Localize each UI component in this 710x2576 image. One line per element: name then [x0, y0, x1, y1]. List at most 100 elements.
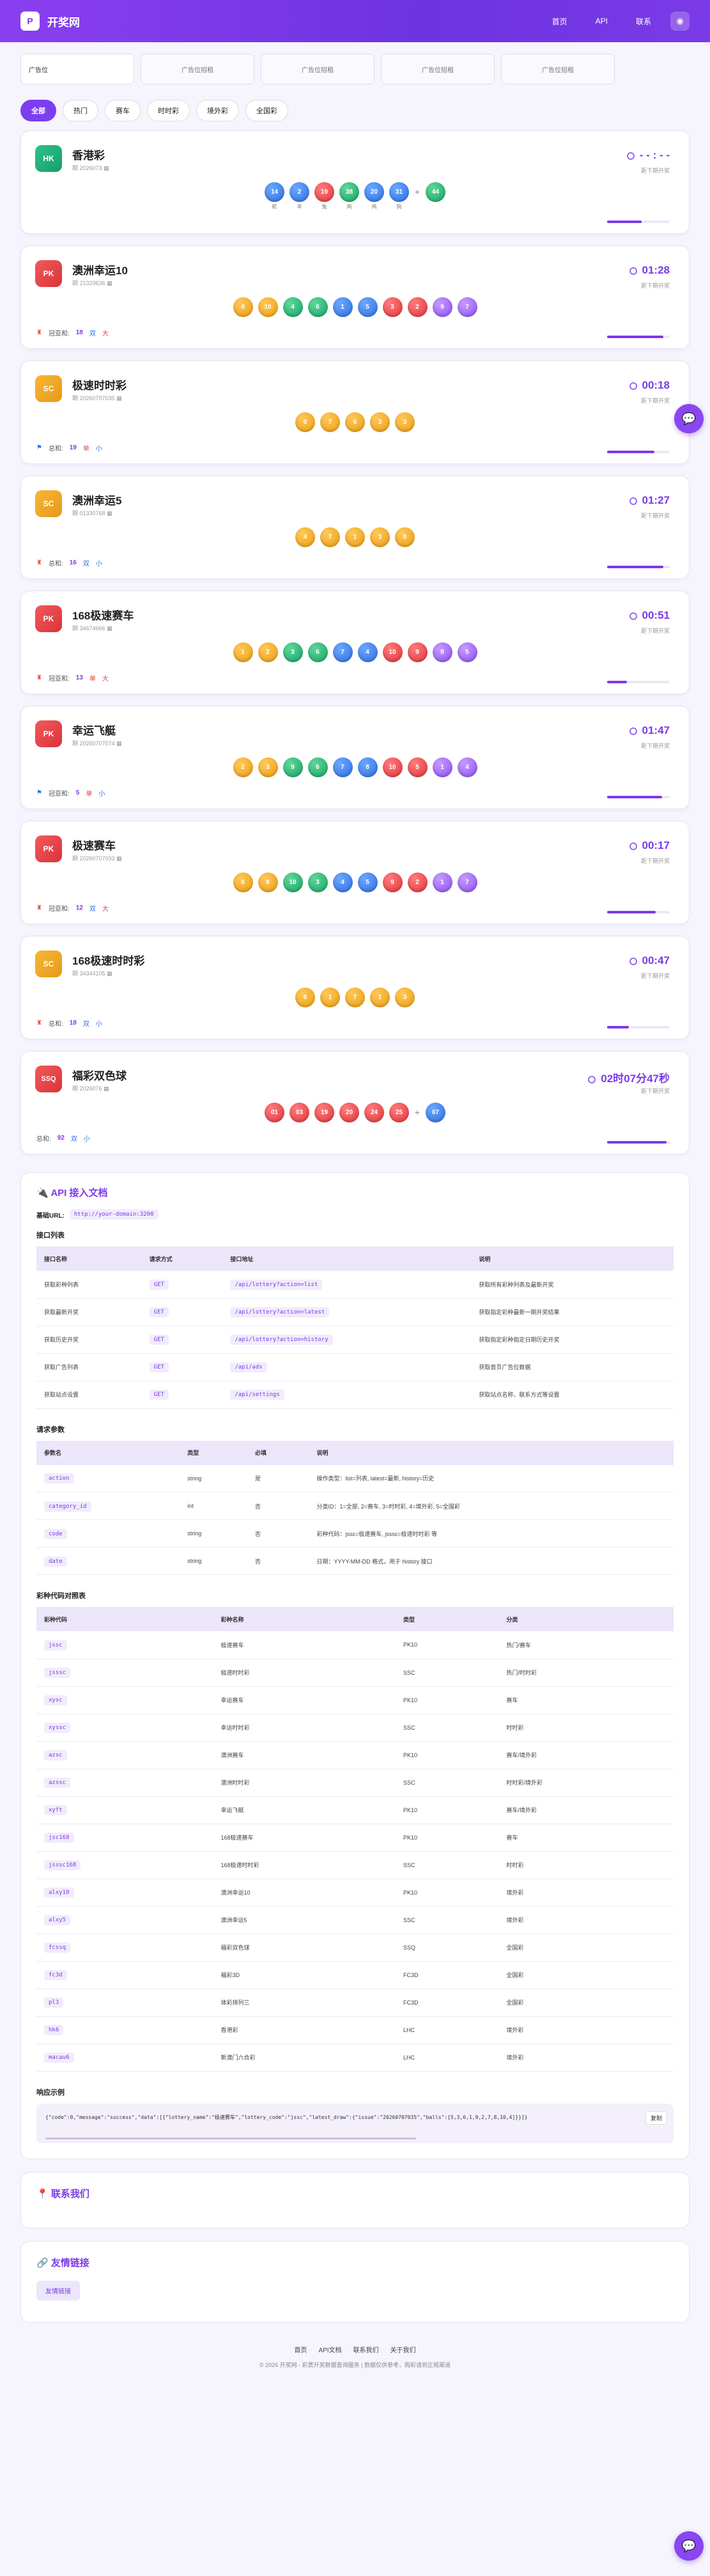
ad-slot[interactable]: 广告位 [20, 54, 134, 84]
lottery-name[interactable]: 168极速赛车 [72, 607, 134, 623]
sum-value: 5 [75, 789, 80, 796]
lottery-name[interactable]: 幸运飞艇 [72, 722, 116, 738]
code-chip: /api/lottery?action=list [230, 1279, 323, 1290]
nav-api[interactable]: API [596, 17, 608, 26]
tab-all[interactable]: 全部 [20, 100, 56, 121]
number-ball: 3 [395, 988, 415, 1007]
footer-link-contact[interactable]: 联系我们 [353, 2345, 379, 2354]
number-ball: 7 [332, 642, 353, 662]
site-logo[interactable]: P [20, 12, 40, 31]
lottery-card[interactable]: PK 极速赛车期 20260707033 ▦ 00:17 距下期开奖 6 8 10 3 4 5 9 2… [20, 821, 690, 924]
table-cell: 获取广告列表 [36, 1353, 142, 1381]
nav-home[interactable]: 首页 [552, 16, 567, 27]
lottery-name[interactable]: 澳洲幸运10 [72, 261, 128, 277]
lottery-badge: PK [35, 260, 62, 287]
lottery-card[interactable]: SC 澳洲幸运5 期 01330768 ▦ 01:27 距下期开奖 4 7 1 3 0 ♜ 总和: 16… [20, 476, 690, 579]
table-cell: 时时彩/境外彩 [498, 1769, 674, 1797]
ball-row: 6 8 10 3 4 5 9 2 1 7 [21, 873, 689, 892]
sum-value: 19 [69, 444, 77, 451]
response-example[interactable]: {"code":0,"message":"success","data":[{"… [36, 2103, 674, 2143]
number-ball: 5 [457, 642, 477, 662]
footer-link-api[interactable]: API文档 [318, 2345, 341, 2354]
section-title: 请求参数 [36, 1425, 65, 1434]
table-cell: SSC [395, 1659, 499, 1687]
ball-row: 61713 [21, 988, 689, 1007]
tab-ssc[interactable]: 时时彩 [147, 100, 190, 121]
countdown-label: 距下期开奖 [640, 858, 670, 864]
countdown-label: 距下期开奖 [640, 973, 670, 979]
lottery-name[interactable]: 香港彩 [72, 146, 105, 162]
user-icon[interactable]: ◉ [670, 12, 690, 31]
lottery-card[interactable]: PK 幸运飞艇期 20260707074 ▦ 01:47 距下期开奖 2 3 9 6 7 8 10 5… [20, 706, 690, 809]
lottery-card[interactable]: SSQ 福彩双色球期 2026076 ▦ 02时07分47秒 距下期开奖 01 03 19 2… [20, 1051, 690, 1154]
lottery-name[interactable]: 极速赛车 [72, 837, 116, 853]
ad-slot[interactable]: 广告位招租 [141, 54, 254, 84]
chat-icon[interactable]: 💬 [674, 2531, 704, 2561]
site-title[interactable]: 开奖网 [47, 13, 80, 29]
column-header: 类型 [180, 1440, 247, 1465]
footer-link-home[interactable]: 首页 [294, 2345, 307, 2354]
ball-row: 2 3 9 6 7 8 10 5 1 4 [21, 757, 689, 777]
lottery-name[interactable]: 极速时时彩 [72, 376, 127, 392]
number-ball: 7 [332, 757, 353, 777]
code-chip: /api/lottery?action=history [230, 1335, 333, 1345]
lottery-badge: SC [35, 490, 62, 517]
number-ball: 2 [289, 182, 309, 202]
lottery-card[interactable]: PK 168极速赛车期 34674666 ▦ 00:51 距下期开奖 1 2 3 6 7 4 10 9… [20, 591, 690, 694]
number-ball: 4 [357, 642, 378, 662]
number-ball: 25 [389, 1103, 409, 1122]
sum-label: 总和: [48, 561, 63, 568]
table-cell: 幸运赛车 [213, 1686, 396, 1714]
tab-racing[interactable]: 赛车 [105, 100, 141, 121]
table-cell: int [180, 1492, 247, 1520]
ad-slot[interactable]: 广告位招租 [381, 54, 495, 84]
lottery-card[interactable]: SC 极速时时彩期 20260707035 ▦ 00:18 距下期开奖 0 7 6 3 3 ⚑ 总和… [20, 361, 690, 464]
friend-link[interactable]: 友情链接 [36, 2280, 80, 2301]
ad-slot[interactable]: 广告位招租 [501, 54, 615, 84]
size-tag: 小 [95, 561, 102, 568]
tab-overseas[interactable]: 境外彩 [196, 100, 239, 121]
table-cell: 极速赛车 [213, 1631, 396, 1659]
lottery-name[interactable]: 澳洲幸运5 [72, 492, 121, 508]
countdown: 01:28 [629, 264, 670, 277]
result-summary: ♜ 冠亚和: 12 双大 [36, 903, 109, 913]
chart-icon: ⚑ [36, 444, 42, 451]
lottery-badge: PK [35, 835, 62, 862]
table-cell: GET [141, 1271, 223, 1299]
lottery-card[interactable]: SC 168极速时时彩期 34344105 ▦ 00:47 距下期开奖 6 1 7 1 3 ♜ 总和… [20, 936, 690, 1039]
lottery-card[interactable]: PK 澳洲幸运10 期 21329636 ▦ 01:28 距下期开奖 8 10 4 6 1 5 3 2 9… [20, 245, 690, 349]
footer-link-about[interactable]: 关于我们 [390, 2345, 416, 2354]
flag-icon: ♜ [36, 559, 42, 566]
tab-hot[interactable]: 热门 [63, 100, 98, 121]
code-chip: azssc [44, 1778, 71, 1788]
column-header: 请求方式 [141, 1246, 223, 1271]
tab-national[interactable]: 全国彩 [245, 100, 288, 121]
number-ball: 6 [307, 642, 328, 662]
table-cell: 赛车/境外彩 [498, 1796, 674, 1824]
chat-icon[interactable]: 💬 [674, 404, 704, 433]
lottery-name[interactable]: 福彩双色球 [72, 1067, 127, 1083]
sum-value: 18 [75, 329, 83, 336]
table-cell: /api/settings [222, 1381, 472, 1409]
table-cell: 澳洲时时彩 [213, 1769, 396, 1797]
result-summary: ⚑ 冠亚和: 5 单小 [36, 788, 105, 798]
table-cell: 时时彩 [498, 1714, 674, 1742]
footer: 首页 API文档 联系我们 关于我们 © 2026 开奖网 - 彩票开奖数据查询… [0, 2345, 710, 2369]
number-ball: 9 [382, 873, 403, 892]
progress-bar [607, 336, 670, 338]
nav-contact[interactable]: 联系 [636, 16, 651, 27]
table-cell: 获取彩种列表 [36, 1271, 142, 1299]
lottery-name[interactable]: 168极速时时彩 [72, 952, 144, 968]
countdown-label: 距下期开奖 [640, 1088, 670, 1094]
ad-slot[interactable]: 广告位招租 [261, 54, 374, 84]
lottery-card[interactable]: HK 香港彩期 2026073 ▦ - - : - - 距下期开奖 14 蛇 2 羊 19 兔 38… [20, 130, 690, 234]
column-header: 接口名称 [36, 1246, 142, 1271]
table-cell: 新澳门六合彩 [213, 2044, 396, 2072]
flag-icon: ♜ [36, 329, 42, 336]
table-row: azsc 澳洲赛车 PK10 赛车/境外彩 [36, 1741, 674, 1769]
main-nav: 首页 API 联系 [552, 16, 651, 27]
copy-button[interactable]: 复制 [645, 2111, 667, 2125]
scrollbar[interactable] [45, 2137, 416, 2139]
number-ball: 3 [282, 642, 303, 662]
table-cell: pl3 [36, 1989, 213, 2017]
